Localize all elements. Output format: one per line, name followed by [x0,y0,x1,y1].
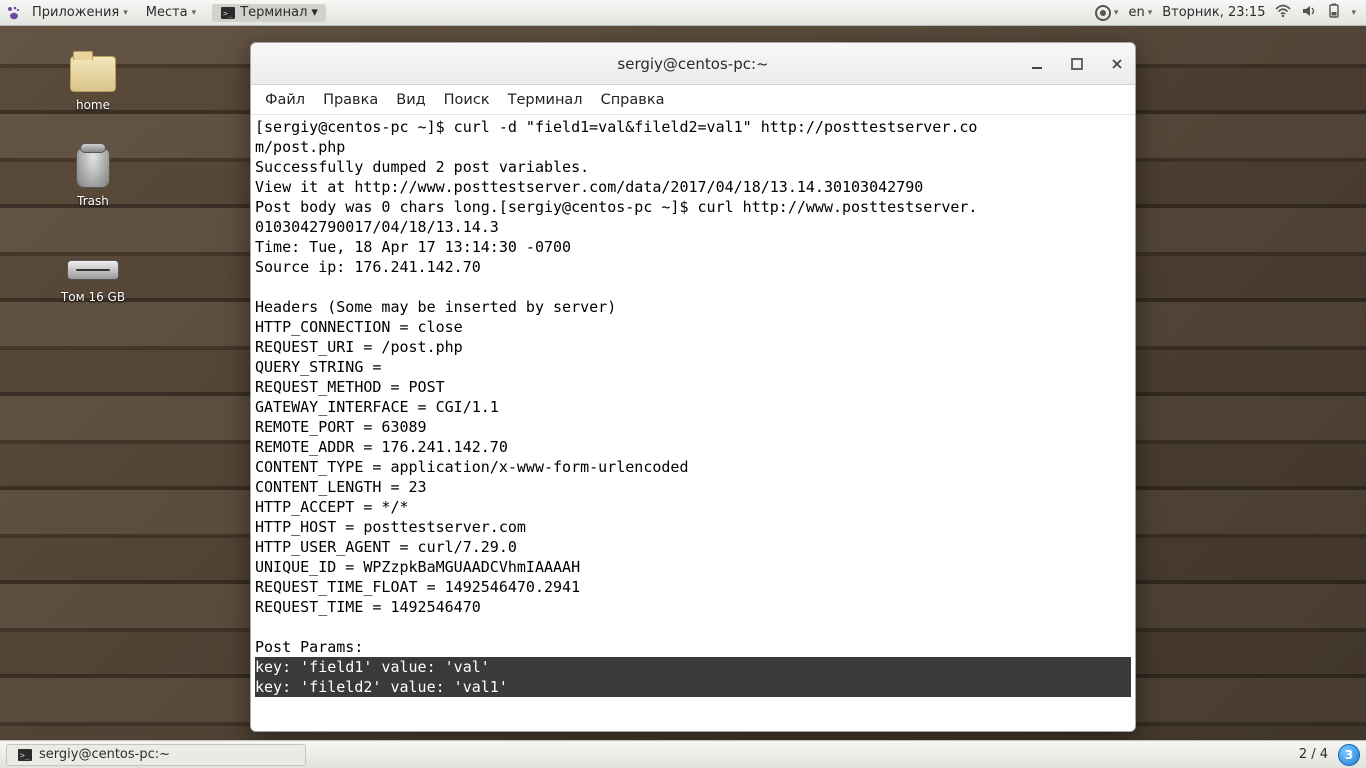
close-button[interactable] [1107,54,1127,74]
maximize-button[interactable] [1067,54,1087,74]
minimize-button[interactable] [1027,54,1047,74]
chevron-down-icon: ▾ [311,5,318,20]
chevron-down-icon: ▾ [192,8,197,18]
bottom-panel: >_ sergiy@centos-pc:~ 2 / 4 3 [0,740,1366,768]
svg-text:>_: >_ [20,751,30,760]
terminal-window: sergiy@centos-pc:~ Файл Правка Вид Поиск… [250,42,1136,732]
menu-view[interactable]: Вид [396,92,425,108]
clock-label[interactable]: Вторник, 23:15 [1162,5,1265,20]
desktop-icon-volume[interactable]: Том 16 GB [48,250,138,304]
trash-icon [76,148,110,188]
top-panel: Приложения ▾ Места ▾ >_ Терминал ▾ ▾ en▾… [0,0,1366,26]
menu-terminal[interactable]: Терминал [508,92,583,108]
applications-label: Приложения [32,5,119,20]
desktop-icon-label: Том 16 GB [48,290,138,304]
window-title: sergiy@centos-pc:~ [617,55,768,73]
places-menu[interactable]: Места ▾ [138,3,204,22]
terminal-icon: >_ [17,747,33,763]
workspace-indicator[interactable]: 2 / 4 [1299,747,1328,762]
desktop-icon-label: home [48,98,138,112]
chevron-down-icon: ▾ [123,8,128,18]
gnome-foot-icon [6,5,22,21]
menu-help[interactable]: Справка [601,92,665,108]
taskbar-entry[interactable]: >_ sergiy@centos-pc:~ [6,744,306,766]
wifi-icon[interactable] [1275,4,1291,22]
keyboard-layout-indicator[interactable]: en▾ [1128,5,1152,20]
desktop-icon-trash[interactable]: Trash [48,148,138,208]
menu-file[interactable]: Файл [265,92,305,108]
window-titlebar[interactable]: sergiy@centos-pc:~ [251,43,1135,85]
accessibility-icon[interactable]: ▾ [1095,5,1119,21]
workspace-badge[interactable]: 3 [1338,744,1360,766]
volume-icon[interactable] [1301,4,1317,22]
drive-icon [67,260,119,280]
folder-icon [70,56,116,92]
active-app-label: Терминал [240,5,307,20]
menu-edit[interactable]: Правка [323,92,378,108]
svg-text:>_: >_ [223,9,233,18]
applications-menu[interactable]: Приложения ▾ [24,3,136,22]
terminal-content[interactable]: [sergiy@centos-pc ~]$ curl -d "field1=va… [251,115,1135,731]
menubar: Файл Правка Вид Поиск Терминал Справка [251,85,1135,115]
active-app-menu[interactable]: >_ Терминал ▾ [212,4,326,22]
desktop-icon-home[interactable]: home [48,56,138,112]
taskbar-entry-label: sergiy@centos-pc:~ [39,747,170,762]
menu-search[interactable]: Поиск [444,92,490,108]
desktop-icon-label: Trash [48,194,138,208]
terminal-icon: >_ [220,5,236,21]
places-label: Места [146,5,188,20]
battery-icon[interactable] [1327,3,1341,23]
user-menu-caret[interactable]: ▾ [1351,8,1356,18]
